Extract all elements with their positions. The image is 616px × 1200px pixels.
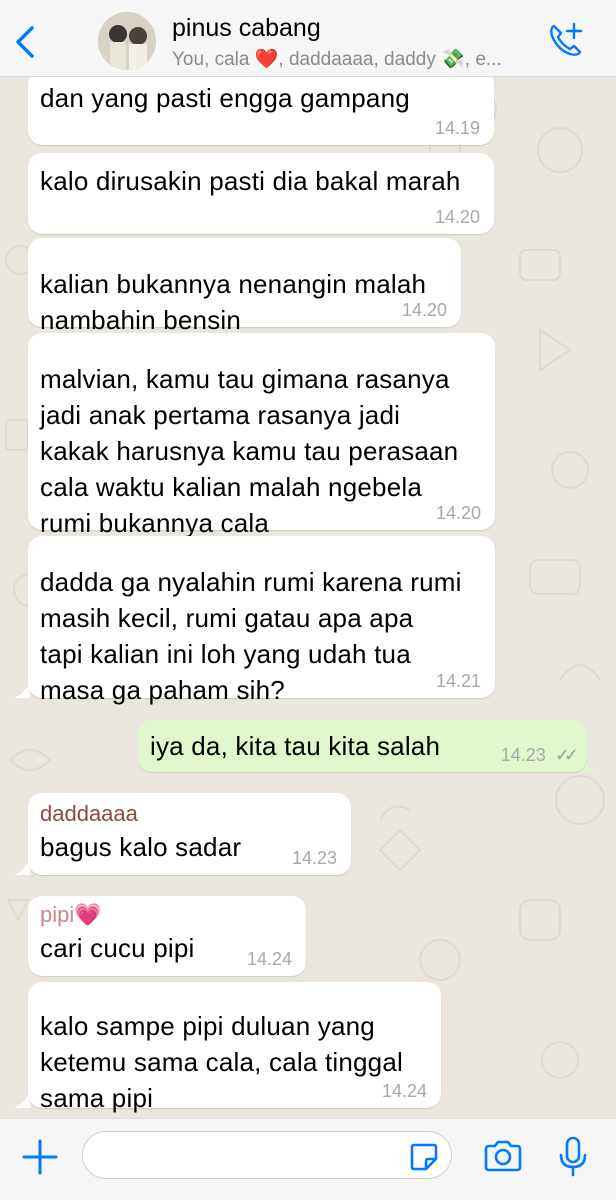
message-time: 14.21 [435, 671, 481, 691]
camera-icon[interactable] [482, 1139, 524, 1175]
message-text: kalian bukannya nenangin malah nambahin … [40, 269, 427, 335]
message-bubble[interactable]: malvian, kamu tau gimana rasanya jadi an… [28, 333, 495, 538]
message-bubble[interactable]: daddaaaa bagus kalo sadar 14.23 [28, 793, 351, 875]
chat-title[interactable]: pinus cabang [172, 14, 321, 43]
message-bubble[interactable]: kalo sampe pipi duluan yang ketemu sama … [28, 982, 441, 1113]
sticker-icon[interactable] [408, 1141, 440, 1173]
chat-header: pinus cabang You, cala ❤️, daddaaaa, dad… [0, 0, 616, 77]
message-text: kalo sampe pipi duluan yang ketemu sama … [40, 1011, 403, 1113]
message-time: 14.24 [246, 949, 292, 969]
outgoing-message-bubble[interactable]: iya da, kita tau kita salah 14.23 ✓✓ [138, 720, 587, 772]
message-bubble[interactable]: kalian bukannya nenangin malah nambahin … [28, 238, 461, 335]
message-input[interactable] [82, 1131, 452, 1179]
message-time: 14.19 [434, 118, 480, 138]
message-time: 14.23 ✓✓ [500, 745, 579, 766]
plus-icon[interactable] [20, 1137, 60, 1177]
message-bubble[interactable]: dadda ga nyalahin rumi karena rumi masih… [28, 536, 495, 705]
message-text: dan yang pasti engga gampang [40, 83, 410, 113]
message-time: 14.20 [401, 300, 447, 320]
message-time: 14.20 [434, 207, 480, 227]
message-bubble[interactable]: kalo dirusakin pasti dia bakal marah 14.… [28, 153, 494, 234]
message-text: kalo dirusakin pasti dia bakal marah [40, 166, 461, 196]
sender-name[interactable]: daddaaaa [40, 799, 337, 829]
message-text: dadda ga nyalahin rumi karena rumi masih… [40, 567, 462, 705]
message-bubble[interactable]: pipi💗 cari cucu pipi 14.24 [28, 896, 306, 976]
read-receipt-icon: ✓✓ [554, 745, 579, 765]
message-input-bar [0, 1118, 616, 1200]
group-members-subtitle[interactable]: You, cala ❤️, daddaaaa, daddy 💸, e... [172, 47, 537, 71]
message-time: 14.24 [381, 1081, 427, 1101]
microphone-icon[interactable] [558, 1135, 588, 1179]
sender-name[interactable]: pipi💗 [40, 900, 292, 930]
message-bubble[interactable]: dan yang pasti engga gampang 14.19 [28, 70, 494, 145]
message-time: 14.20 [435, 503, 481, 523]
group-avatar[interactable] [98, 12, 156, 70]
message-text: malvian, kamu tau gimana rasanya jadi an… [40, 364, 459, 538]
back-chevron-icon[interactable] [8, 22, 42, 62]
add-call-icon[interactable] [546, 20, 586, 60]
message-time-value: 14.23 [500, 745, 546, 765]
message-time: 14.23 [291, 848, 337, 868]
